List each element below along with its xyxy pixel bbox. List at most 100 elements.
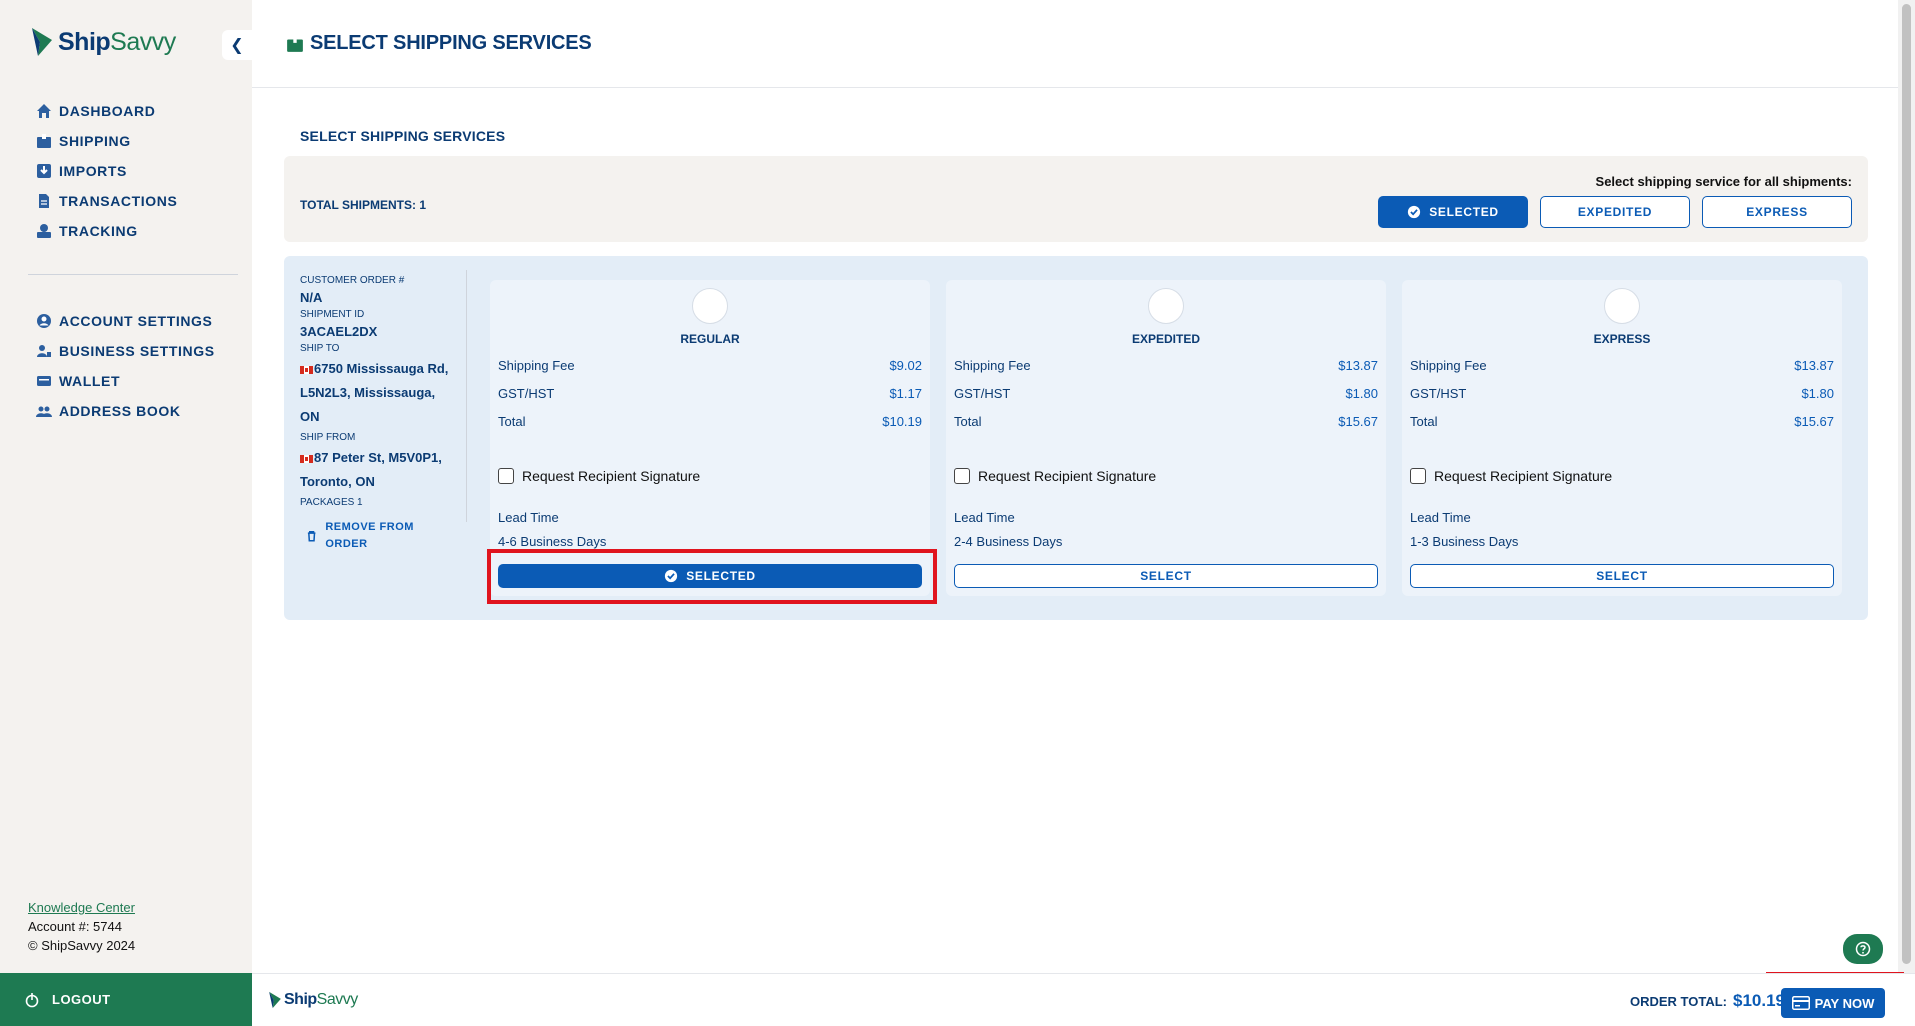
sidebar-divider [28, 274, 238, 275]
nav-item-tracking[interactable]: TRACKING [36, 216, 246, 246]
nav-item-dashboard[interactable]: DASHBOARD [36, 96, 246, 126]
package-icon [287, 35, 303, 52]
customer-order-label: CUSTOMER ORDER # [300, 275, 405, 286]
lead-time-value: 2-4 Business Days [954, 534, 1063, 549]
signature-checkbox[interactable] [1410, 468, 1426, 484]
tax-row: GST/HST $1.17 [498, 386, 922, 401]
help-button[interactable] [1843, 934, 1883, 964]
shipsavvy-logo[interactable]: ShipSavvy [30, 26, 176, 58]
service-name: EXPEDITED [1131, 332, 1200, 346]
section-title: SELECT SHIPPING SERVICES [300, 128, 506, 144]
service-select-button[interactable]: SELECT [1410, 564, 1834, 588]
signature-option[interactable]: Request Recipient Signature [954, 468, 1156, 484]
tax-label: GST/HST [954, 386, 1011, 401]
signature-label: Request Recipient Signature [522, 468, 701, 484]
order-info: CUSTOMER ORDER # N/A SHIPMENT ID 3ACAEL2… [300, 272, 452, 553]
total-row: Total $15.67 [954, 414, 1378, 429]
logout-button[interactable]: LOGOUT [0, 973, 252, 1026]
service-select-button[interactable]: SELECT [954, 564, 1378, 588]
lead-time-value: 4-6 Business Days [498, 534, 607, 549]
signature-checkbox[interactable] [498, 468, 514, 484]
trash-icon [307, 531, 316, 542]
ship-to-label: SHIP TO [300, 343, 340, 354]
credit-card-icon [1791, 996, 1810, 1010]
nav-item-imports[interactable]: IMPORTS [36, 156, 246, 186]
shipment-id-label: SHIPMENT ID [300, 309, 365, 320]
copyright: © ShipSavvy 2024 [28, 938, 136, 953]
total-label: Total [1410, 414, 1438, 429]
remove-label: REMOVE FROM ORDER [325, 521, 414, 550]
settings-nav: ACCOUNT SETTINGS BUSINESS SETTINGS WALLE… [36, 306, 246, 426]
fee-label: Shipping Fee [498, 358, 575, 373]
customer-order-value: N/A [300, 290, 323, 305]
tax-row: GST/HST $1.80 [954, 386, 1378, 401]
nav-item-shipping[interactable]: SHIPPING [36, 126, 246, 156]
tax-amount: $1.17 [889, 386, 922, 401]
import-icon [37, 164, 51, 178]
service-radio[interactable] [1604, 288, 1640, 324]
logout-icon [25, 992, 39, 1007]
nav-item-wallet[interactable]: WALLET [36, 366, 246, 396]
business-icon [37, 345, 51, 357]
scrollbar-thumb[interactable] [1902, 4, 1911, 964]
apply-all-express-button[interactable]: EXPRESS [1702, 196, 1852, 228]
sidebar-footer: Knowledge Center Account #: 5744 © ShipS… [28, 898, 135, 955]
totals-bar: TOTAL SHIPMENTS: 1 Select shipping servi… [284, 156, 1868, 242]
service-name: REGULAR [680, 332, 740, 346]
ship-from-address: 87 Peter St, M5V0P1, [300, 446, 452, 470]
signature-option[interactable]: Request Recipient Signature [498, 468, 700, 484]
ship-from-line1: 87 Peter St, M5V0P1, [314, 450, 442, 465]
sidebar: ShipSavvy ❮ DASHBOARD SHIPPING IMPORTS T… [0, 0, 252, 1026]
box-icon [37, 134, 51, 148]
fee-amount: $13.87 [1794, 358, 1834, 373]
vertical-scrollbar[interactable] [1898, 0, 1915, 973]
ship-from-label: SHIP FROM [300, 432, 356, 443]
page-title-text: SELECT SHIPPING SERVICES [310, 32, 592, 54]
home-icon [37, 104, 51, 118]
apply-all-expedited-button[interactable]: EXPEDITED [1540, 196, 1690, 228]
shipping-fee-row: Shipping Fee $9.02 [498, 358, 922, 373]
button-label: SELECTED [1429, 205, 1499, 219]
service-radio[interactable] [692, 288, 728, 324]
apply-all-buttons: SELECTED EXPEDITED EXPRESS [1378, 196, 1852, 228]
remove-from-order-button[interactable]: REMOVE FROM ORDER [300, 519, 452, 553]
page-title: SELECT SHIPPING SERVICES [286, 32, 592, 55]
total-row: Total $15.67 [1410, 414, 1834, 429]
tax-row: GST/HST $1.80 [1410, 386, 1834, 401]
collapse-sidebar-button[interactable]: ❮ [222, 30, 252, 60]
service-radio[interactable] [1148, 288, 1184, 324]
nav-item-transactions[interactable]: TRANSACTIONS [36, 186, 246, 216]
nav-label: TRACKING [59, 223, 138, 239]
tax-amount: $1.80 [1345, 386, 1378, 401]
chevron-left-icon: ❮ [230, 37, 244, 54]
pay-now-button[interactable]: PAY NOW [1781, 988, 1885, 1018]
nav-item-address-book[interactable]: ADDRESS BOOK [36, 396, 246, 426]
signature-option[interactable]: Request Recipient Signature [1410, 468, 1612, 484]
tracking-icon [37, 224, 51, 238]
apply-all-selected-button[interactable]: SELECTED [1378, 196, 1528, 228]
order-total: ORDER TOTAL: $10.19 [1630, 991, 1785, 1011]
nav-label: ADDRESS BOOK [59, 403, 181, 419]
wallet-icon [37, 376, 51, 386]
fee-label: Shipping Fee [954, 358, 1031, 373]
signature-label: Request Recipient Signature [978, 468, 1157, 484]
logo-text-ship: Ship [58, 27, 111, 56]
address-book-icon [36, 406, 52, 417]
tax-amount: $1.80 [1801, 386, 1834, 401]
knowledge-center-link[interactable]: Knowledge Center [28, 898, 135, 917]
nav-item-business-settings[interactable]: BUSINESS SETTINGS [36, 336, 246, 366]
question-circle-icon [1855, 941, 1871, 957]
shipment-id-value: 3ACAEL2DX [300, 324, 378, 339]
logout-label: LOGOUT [52, 992, 111, 1007]
nav-label: DASHBOARD [59, 103, 156, 119]
logo-text-savvy: Savvy [110, 27, 176, 56]
logo-text-ship: Ship [284, 991, 317, 1008]
signature-checkbox[interactable] [954, 468, 970, 484]
nav-item-account-settings[interactable]: ACCOUNT SETTINGS [36, 306, 246, 336]
check-circle-icon [1408, 205, 1421, 219]
packages-count: PACKAGES 1 [300, 497, 363, 508]
logo-mark-icon [269, 991, 281, 1009]
logo-text-savvy: Savvy [316, 991, 359, 1008]
fee-amount: $13.87 [1338, 358, 1378, 373]
ship-to-line2: L5N2L3, Mississauga, ON [300, 385, 436, 424]
